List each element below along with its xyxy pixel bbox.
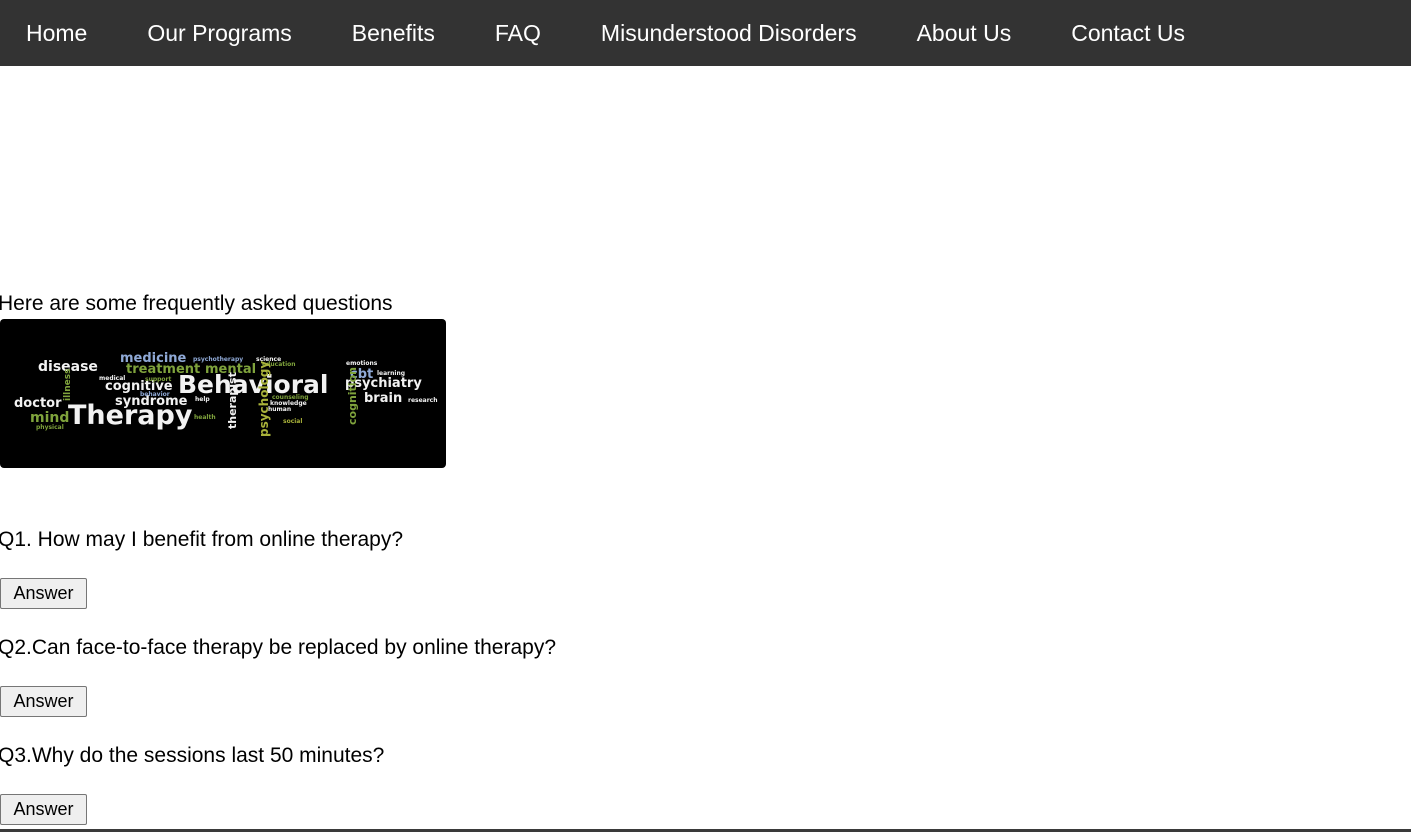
- faq-question-3: Q3.Why do the sessions last 50 minutes?: [0, 744, 385, 767]
- word-therapist: therapist: [226, 372, 239, 429]
- word-behavior: behavior: [140, 391, 170, 398]
- word-health: health: [194, 414, 216, 421]
- answer-button-q2[interactable]: Answer: [0, 686, 87, 717]
- word-brain: brain: [364, 391, 402, 406]
- word-support: support: [145, 376, 172, 383]
- nav-link-contact-us[interactable]: Contact Us: [1041, 0, 1215, 66]
- behavioral-therapy-word-cloud-image: medicine psychotherapy science cbt disea…: [0, 319, 446, 468]
- word-learning: learning: [377, 370, 405, 377]
- word-cognition: cognition: [346, 367, 359, 425]
- faq-intro-text: Here are some frequently asked questions: [0, 292, 393, 315]
- nav-link-about-us[interactable]: About Us: [887, 0, 1042, 66]
- word-counseling: counseling: [272, 394, 309, 401]
- word-research: research: [408, 397, 438, 404]
- nav-link-misunderstood-disorders[interactable]: Misunderstood Disorders: [571, 0, 887, 66]
- top-navbar: Home Our Programs Benefits FAQ Misunders…: [0, 0, 1411, 66]
- answer-button-q3[interactable]: Answer: [0, 794, 87, 825]
- word-psychology: psychology: [257, 361, 271, 437]
- word-human: human: [268, 406, 291, 413]
- nav-link-benefits[interactable]: Benefits: [322, 0, 465, 66]
- faq-question-2: Q2.Can face-to-face therapy be replaced …: [0, 636, 557, 659]
- nav-link-faq[interactable]: FAQ: [465, 0, 571, 66]
- word-medical: medical: [99, 375, 125, 382]
- faq-question-1: Q1. How may I benefit from online therap…: [0, 528, 404, 551]
- word-help: help: [195, 396, 210, 403]
- word-social: social: [283, 418, 302, 425]
- word-doctor: doctor: [14, 396, 62, 411]
- nav-link-our-programs[interactable]: Our Programs: [117, 0, 321, 66]
- word-physical: physical: [36, 424, 64, 431]
- word-treatment: treatment: [126, 362, 200, 377]
- nav-link-home[interactable]: Home: [0, 0, 117, 66]
- answer-button-q1[interactable]: Answer: [0, 578, 87, 609]
- word-illness: illness: [63, 369, 73, 401]
- word-emotions: emotions: [346, 360, 378, 367]
